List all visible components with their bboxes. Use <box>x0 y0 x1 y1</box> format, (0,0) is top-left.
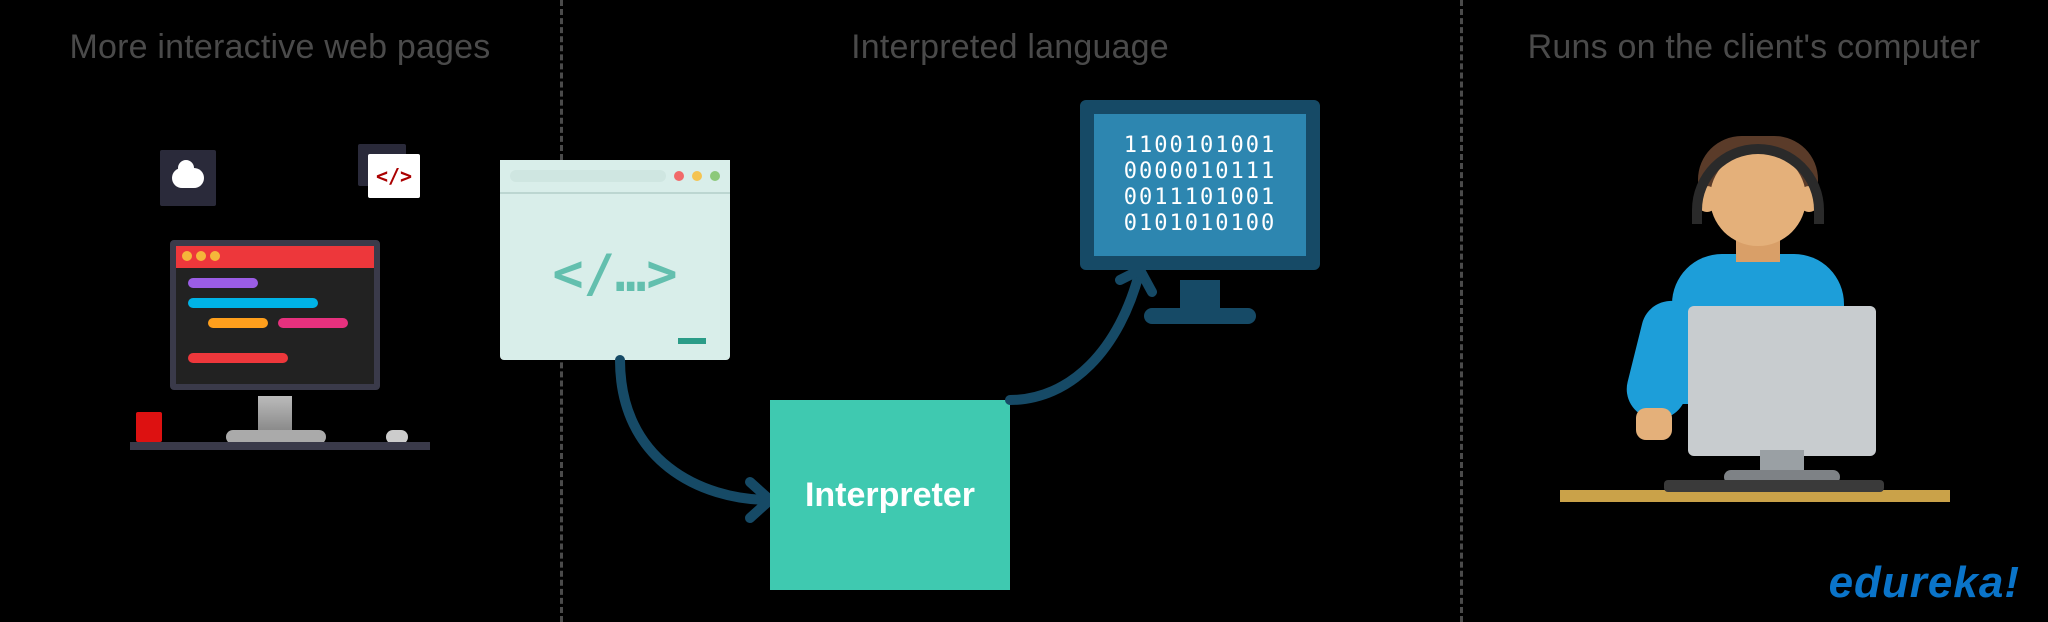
binary-output-monitor-icon: 1100101001 0000010111 0011101001 0101010… <box>1080 100 1320 270</box>
arrow-interpreter-to-output <box>1000 250 1160 410</box>
desktop-monitor-icon <box>170 240 380 390</box>
interpreter-box: Interpreter <box>770 400 1010 590</box>
panel3-heading: Runs on the client's computer <box>1460 28 2048 67</box>
coffee-cup-icon <box>136 412 162 442</box>
brand-logo: edureka! <box>1829 558 2020 608</box>
panel-interactive-web: More interactive web pages </> <box>0 0 560 622</box>
source-code-window-icon: </…> <box>500 160 730 360</box>
binary-text: 1100101001 0000010111 0011101001 0101010… <box>1124 133 1276 237</box>
monitor-stand <box>258 396 292 432</box>
panel1-heading: More interactive web pages <box>0 28 560 67</box>
desk-surface <box>130 442 430 450</box>
code-glyph: </…> <box>500 194 730 354</box>
interpreter-label: Interpreter <box>805 476 975 515</box>
code-window-icon: </> <box>358 144 420 200</box>
client-monitor-back <box>1688 306 1876 456</box>
output-monitor-stand <box>1180 280 1220 310</box>
web-dev-illustration: </> <box>130 150 430 530</box>
panel2-heading: Interpreted language <box>560 28 1460 67</box>
cloud-icon <box>160 150 216 206</box>
keyboard-icon <box>1664 480 1884 492</box>
user-at-computer-illustration <box>1560 150 1950 550</box>
